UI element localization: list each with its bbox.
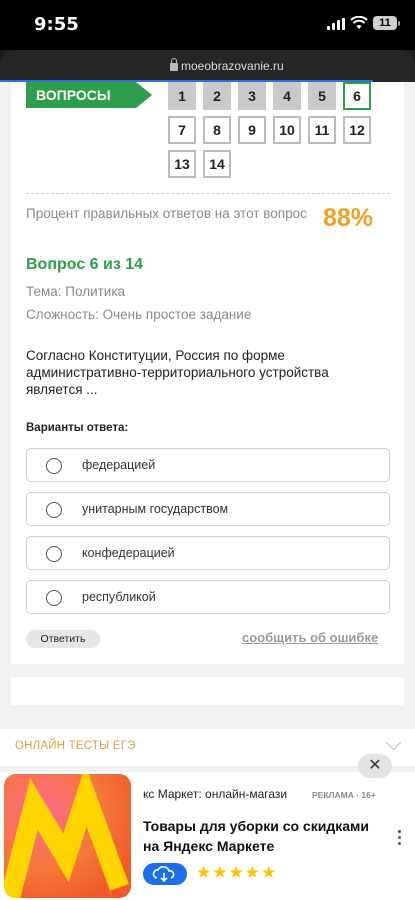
- ad-tag: РЕКЛАМА · 16+: [312, 790, 376, 800]
- question-difficulty: Сложность: Очень простое задание: [26, 307, 252, 322]
- more-options-icon[interactable]: [398, 830, 402, 848]
- download-button[interactable]: [143, 863, 187, 885]
- question-card: ВОПРОСЫ 1 2 3 4 5 6 7 8 9 10 11 12 13 14…: [11, 82, 404, 664]
- ad-headline[interactable]: Товары для уборки со скидками на Яндекс …: [143, 816, 383, 856]
- close-ad-button[interactable]: ✕: [358, 754, 392, 778]
- yandex-market-logo[interactable]: [4, 774, 131, 898]
- cloud-download-icon: [152, 866, 175, 883]
- question-nav-14[interactable]: 14: [203, 150, 231, 178]
- correct-percent-value: 88%: [323, 204, 374, 232]
- question-nav-5[interactable]: 5: [308, 82, 336, 110]
- question-nav-8[interactable]: 8: [203, 116, 231, 144]
- tests-section-label: ОНЛАЙН ТЕСТЫ ЕГЭ: [15, 740, 136, 752]
- submit-answer-button[interactable]: Ответить: [26, 630, 100, 648]
- radio-button[interactable]: [46, 590, 62, 606]
- answer-option-label: конфедерацией: [82, 546, 175, 560]
- question-nav-13[interactable]: 13: [168, 150, 196, 178]
- question-nav-10[interactable]: 10: [273, 116, 301, 144]
- browser-url-bar[interactable]: moeobrazovanie.ru: [0, 50, 415, 82]
- url-text[interactable]: moeobrazovanie.ru: [181, 59, 284, 73]
- answer-option-4[interactable]: республикой: [26, 580, 390, 614]
- answer-option-1[interactable]: федерацией: [26, 448, 390, 482]
- answer-option-label: республикой: [82, 590, 156, 604]
- tests-section-header[interactable]: ОНЛАЙН ТЕСТЫ ЕГЭ: [0, 729, 415, 766]
- radio-button[interactable]: [46, 502, 62, 518]
- lock-icon: [170, 58, 178, 71]
- answer-option-2[interactable]: унитарным государством: [26, 492, 390, 526]
- status-bar: 9:55 11: [0, 0, 415, 50]
- question-nav-2[interactable]: 2: [203, 82, 231, 110]
- answer-option-label: унитарным государством: [82, 502, 229, 516]
- question-nav-4[interactable]: 4: [273, 82, 301, 110]
- radio-button[interactable]: [46, 458, 62, 474]
- answer-option-label: федерацией: [82, 458, 156, 472]
- answer-option-3[interactable]: конфедерацией: [26, 536, 390, 570]
- question-text: Согласно Конституции, Россия по форме ад…: [26, 348, 329, 397]
- question-title: Вопрос 6 из 14: [26, 256, 144, 273]
- answers-heading: Варианты ответа:: [26, 422, 129, 434]
- empty-panel: [11, 677, 404, 705]
- correct-percent-label: Процент правильных ответов на этот вопро…: [26, 206, 307, 221]
- question-nav-6-current[interactable]: 6: [343, 82, 371, 110]
- question-nav-1[interactable]: 1: [168, 82, 196, 110]
- cellular-signal-icon: [327, 18, 345, 30]
- rating-stars: ★★★★★: [196, 863, 278, 882]
- clock: 9:55: [34, 14, 79, 35]
- question-nav-3[interactable]: 3: [238, 82, 266, 110]
- question-nav-9[interactable]: 9: [238, 116, 266, 144]
- ad-source: кс Маркет: онлайн-магази: [143, 787, 288, 801]
- questions-label: ВОПРОСЫ: [26, 82, 152, 108]
- battery-icon: 11: [373, 16, 400, 30]
- ad-banner[interactable]: ✕ кс Маркет: онлайн-магази РЕКЛАМА · 16+…: [0, 754, 415, 900]
- wifi-icon: [350, 15, 368, 30]
- question-topic: Тема: Политика: [26, 284, 126, 299]
- question-nav-7[interactable]: 7: [168, 116, 196, 144]
- radio-button[interactable]: [46, 546, 62, 562]
- report-error-link[interactable]: сообщить об ошибке: [242, 630, 378, 645]
- chevron-down-icon[interactable]: [385, 734, 402, 751]
- question-nav-12[interactable]: 12: [343, 116, 371, 144]
- question-nav-11[interactable]: 11: [308, 116, 336, 144]
- divider: [26, 193, 390, 194]
